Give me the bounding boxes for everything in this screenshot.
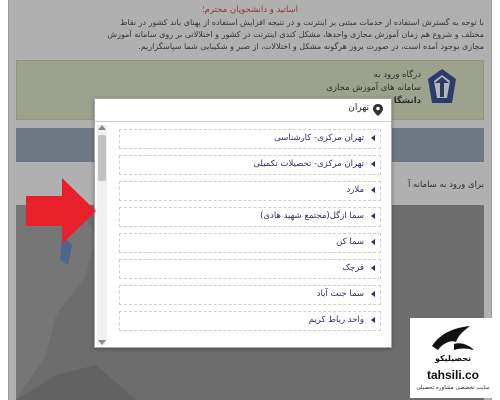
brand-domain: tahsili.co (426, 368, 479, 382)
bullet-icon (371, 161, 375, 167)
location-pin-icon (373, 104, 383, 116)
bullet-icon (371, 239, 375, 245)
bird-logo-icon (432, 326, 474, 350)
list-item[interactable]: سما کن (119, 233, 381, 253)
brand-tagline: سایت تخصصی مشاوره تحصیلی (416, 385, 490, 391)
dropdown-header[interactable]: تهران (95, 99, 391, 122)
list-item[interactable]: ملارد (119, 181, 381, 201)
bullet-icon (371, 213, 375, 219)
city-dropdown[interactable]: تهران تهران مرکزی- کارشناسی تهران مرکزی-… (94, 98, 392, 348)
brand-name: تحصیلیکو (434, 354, 472, 363)
list-item[interactable]: تهران مرکزی- کارشناسی (119, 129, 381, 149)
list-item[interactable]: واحد رباط کریم (119, 311, 381, 331)
list-item[interactable]: سما جنت آباد (119, 285, 381, 305)
bullet-icon (371, 135, 375, 141)
list-item[interactable]: تهران مرکزی- تحصیلات تکمیلی (119, 155, 381, 175)
bullet-icon (371, 317, 375, 323)
selected-province: تهران (348, 103, 369, 113)
list-item[interactable]: سما ازگل(مجتمع شهید هادی) (119, 207, 381, 227)
bullet-icon (371, 291, 375, 297)
red-arrow-icon (26, 178, 96, 244)
dropdown-list: تهران مرکزی- کارشناسی تهران مرکزی- تحصیل… (95, 125, 391, 347)
list-item[interactable]: قرچک (119, 259, 381, 279)
bullet-icon (371, 187, 375, 193)
watermark-badge: تحصیلیکو tahsili.co سایت تخصصی مشاوره تح… (410, 318, 496, 398)
bullet-icon (371, 265, 375, 271)
